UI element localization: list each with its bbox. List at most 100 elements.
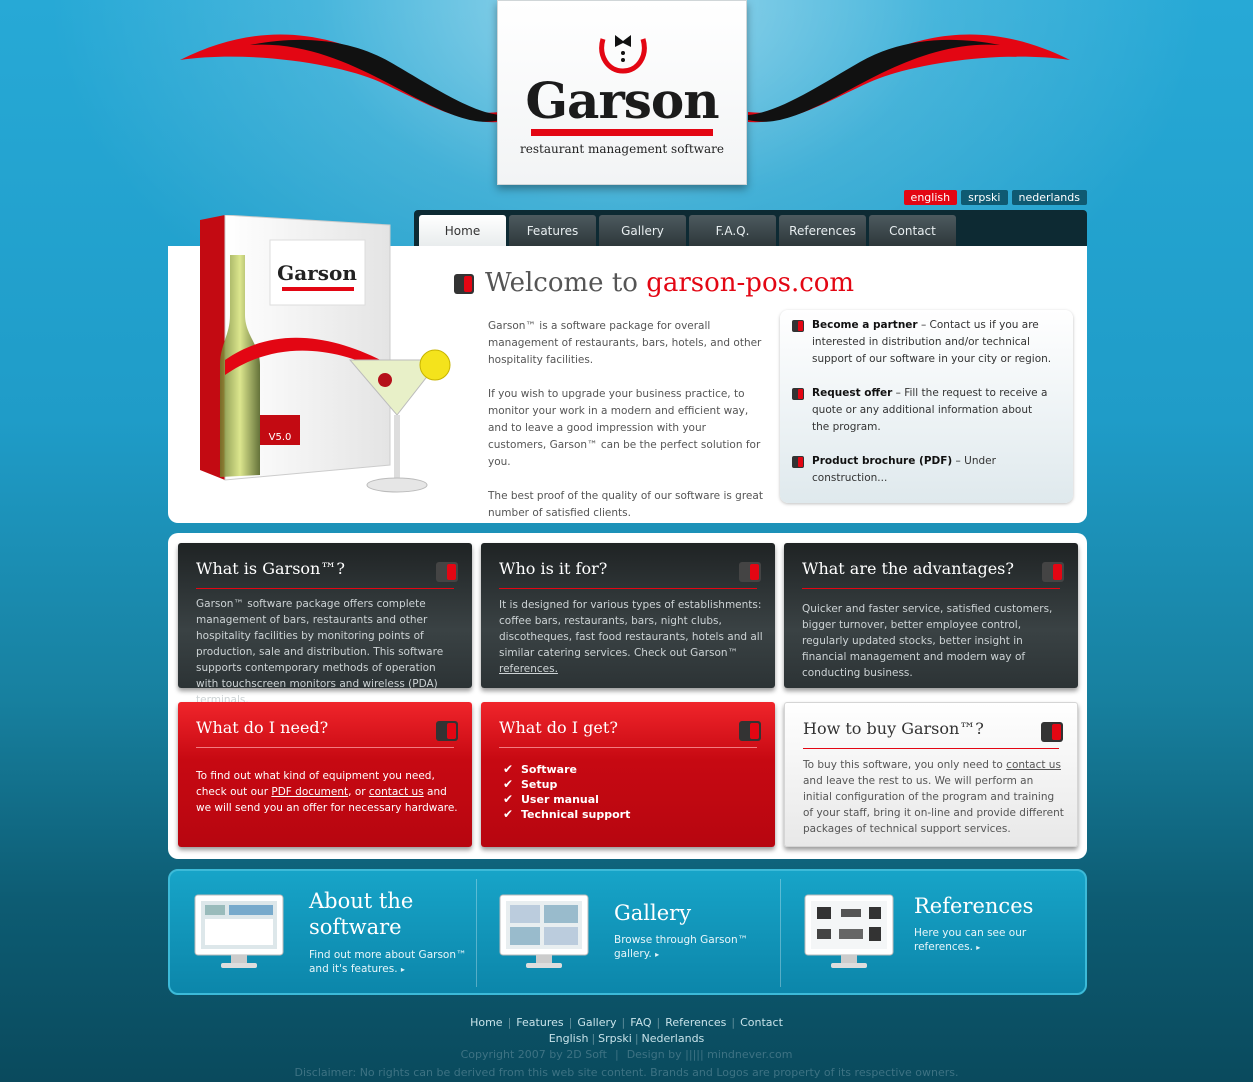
logo-card[interactable]: Garson restaurant management software: [497, 0, 747, 185]
copyright-text: Copyright 2007 by 2D Soft: [460, 1048, 607, 1061]
tab-gallery[interactable]: Gallery: [599, 215, 686, 248]
request-offer-link[interactable]: Request offer: [812, 387, 892, 399]
tab-features[interactable]: Features: [509, 215, 596, 248]
footer-separator: |: [731, 1016, 736, 1029]
become-partner-link[interactable]: Become a partner: [812, 319, 918, 331]
intro-paragraph-2: If you wish to upgrade your business pra…: [488, 388, 761, 468]
offer-bullet-icon: [792, 388, 804, 400]
card-need-body: To find out what kind of equipment you n…: [196, 768, 460, 816]
main-nav: Home Features Gallery F.A.Q. References …: [414, 210, 1087, 248]
product-brochure-link[interactable]: Product brochure (PDF): [812, 455, 952, 467]
promo-about-desc: Find out more about Garson™ and it's fea…: [309, 949, 467, 975]
contact-us-link[interactable]: contact us: [369, 786, 424, 798]
check-icon: ✔: [503, 762, 514, 776]
promo-divider: [476, 879, 477, 987]
card-bullet-icon: [1041, 722, 1063, 742]
footer-lang-english[interactable]: English: [549, 1032, 589, 1045]
arrow-right-icon: ▸: [400, 965, 405, 974]
promo-about-text[interactable]: Find out more about Garson™ and it's fea…: [309, 948, 469, 977]
footer-link-contact[interactable]: Contact: [740, 1016, 783, 1029]
arrow-right-icon: ▸: [655, 950, 660, 959]
gallery-monitor-icon[interactable]: [498, 893, 590, 973]
product-box-image: Garson V5.0: [200, 215, 451, 493]
footer-separator: |: [656, 1016, 661, 1029]
footer-lang-nederlands[interactable]: Nederlands: [642, 1032, 705, 1045]
card-advantages-body: Quicker and faster service, satisfied cu…: [802, 603, 1053, 679]
intro-text: Garson™ is a software package for overal…: [488, 318, 763, 539]
check-icon: ✔: [503, 777, 514, 791]
card-divider: [499, 747, 757, 748]
footer-link-faq[interactable]: FAQ: [630, 1016, 651, 1029]
card-get-title: What do I get?: [499, 718, 618, 737]
list-item: ✔ Setup: [503, 777, 763, 792]
list-item: ✔ Software: [503, 762, 763, 777]
design-credit[interactable]: Design by ||||| mindnever.com: [627, 1048, 793, 1061]
promo-gallery-title[interactable]: Gallery: [614, 900, 764, 926]
product-brochure-item[interactable]: Product brochure (PDF) – Under construct…: [812, 453, 1052, 487]
lang-nederlands[interactable]: nederlands: [1011, 190, 1087, 205]
card-divider: [499, 588, 757, 589]
footer-link-references[interactable]: References: [665, 1016, 726, 1029]
card-divider: [196, 747, 454, 748]
footer-disclaimer: Disclaimer: No rights can be derived fro…: [294, 1066, 959, 1079]
promo-gallery-desc: Browse through Garson™ gallery.: [614, 934, 749, 960]
card-buy-text-2: and leave the rest to us. We will perfor…: [803, 775, 1064, 835]
references-link[interactable]: references.: [499, 663, 558, 675]
card-divider: [803, 748, 1059, 749]
references-monitor-icon[interactable]: [803, 893, 895, 973]
bowtie-logo-icon: [599, 35, 647, 74]
lang-english[interactable]: english: [903, 190, 958, 205]
footer-link-home[interactable]: Home: [470, 1016, 502, 1029]
card-who-for-title: Who is it for?: [499, 559, 608, 578]
promo-references-desc: Here you can see our references.: [914, 927, 1027, 953]
footer-separator: |: [621, 1016, 626, 1029]
promo-references-title[interactable]: References: [914, 893, 1064, 919]
list-item: ✔ User manual: [503, 792, 763, 807]
promo-divider: [780, 879, 781, 987]
card-need: What do I need? To find out what kind of…: [178, 702, 472, 847]
tab-contact[interactable]: Contact: [869, 215, 956, 248]
welcome-title-site: garson-pos.com: [646, 268, 855, 298]
footer-separator: |: [634, 1032, 639, 1045]
footer-separator: |: [568, 1016, 573, 1029]
language-switcher: english srpski nederlands: [903, 190, 1087, 205]
partner-bullet-icon: [792, 320, 804, 332]
footer-lang-srpski[interactable]: Srpski: [598, 1032, 632, 1045]
footer-link-features[interactable]: Features: [516, 1016, 563, 1029]
promo-gallery-text[interactable]: Browse through Garson™ gallery. ▸: [614, 933, 754, 962]
promo-about-title[interactable]: About the software: [309, 888, 469, 940]
card-who-for-text: It is designed for various types of esta…: [499, 599, 763, 659]
box-version-text: V5.0: [269, 432, 292, 443]
card-need-text-2: , or: [348, 786, 369, 798]
brand-underline: [531, 129, 713, 136]
quick-links-box: Become a partner – Contact us if you are…: [780, 310, 1073, 503]
software-monitor-icon[interactable]: [193, 893, 285, 973]
card-get: What do I get? ✔ Software ✔ Setup ✔ User ma…: [481, 702, 775, 847]
pdf-document-link[interactable]: PDF document: [271, 786, 348, 798]
card-bullet-icon: [436, 562, 458, 582]
footer-link-gallery[interactable]: Gallery: [577, 1016, 616, 1029]
card-what-is-title: What is Garson™?: [196, 559, 345, 578]
list-item: ✔ Technical support: [503, 807, 763, 822]
check-icon: ✔: [503, 807, 514, 821]
tab-faq[interactable]: F.A.Q.: [689, 215, 776, 248]
check-icon: ✔: [503, 792, 514, 806]
card-buy: How to buy Garson™? To buy this software…: [784, 702, 1078, 847]
list-item-label: User manual: [521, 793, 599, 806]
card-who-for-body: It is designed for various types of esta…: [499, 597, 763, 677]
tab-references[interactable]: References: [779, 215, 866, 248]
brochure-bullet-icon: [792, 456, 804, 468]
lang-srpski[interactable]: srpski: [961, 190, 1008, 205]
card-advantages-title: What are the advantages?: [802, 559, 1014, 578]
card-what-is-body: Garson™ software package offers complete…: [196, 598, 444, 706]
welcome-title: Welcome to garson-pos.com: [485, 268, 854, 298]
welcome-title-prefix: Welcome to: [485, 268, 647, 298]
brand-tagline: restaurant management software: [520, 142, 724, 156]
footer-languages: English | Srpski | Nederlands: [0, 1032, 1253, 1045]
intro-paragraph-1: Garson™ is a software package for overal…: [488, 320, 762, 366]
promo-references-text[interactable]: Here you can see our references. ▸: [914, 926, 1044, 955]
become-partner-item[interactable]: Become a partner – Contact us if you are…: [812, 317, 1052, 368]
arrow-right-icon: ▸: [976, 943, 981, 952]
contact-us-link[interactable]: contact us: [1006, 759, 1061, 771]
request-offer-item[interactable]: Request offer – Fill the request to rece…: [812, 385, 1052, 436]
